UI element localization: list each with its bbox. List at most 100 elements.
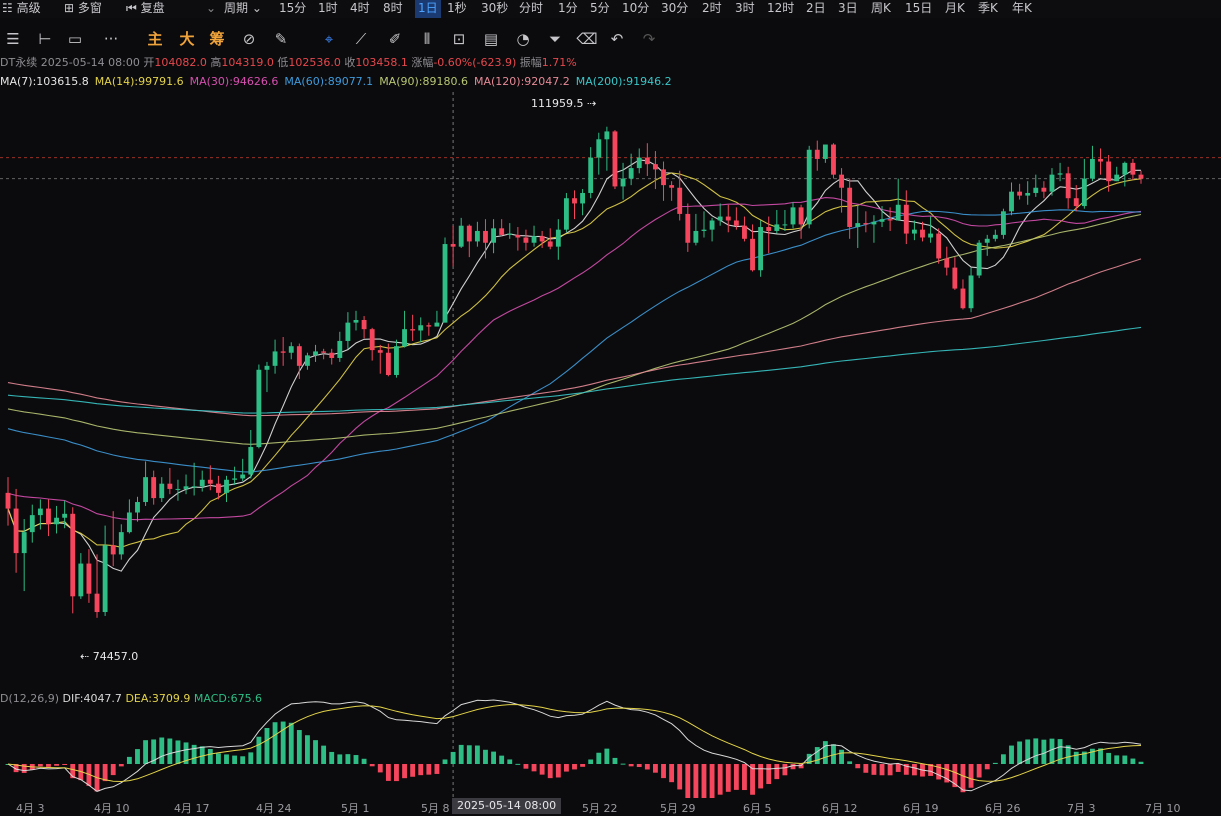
candle-body xyxy=(353,320,359,323)
candle-body xyxy=(272,351,278,366)
timeframe-19[interactable]: 月K xyxy=(945,0,965,18)
cursor-mode-icon[interactable]: ⌖ xyxy=(318,28,340,50)
macd-bar xyxy=(596,752,602,764)
pencil-icon[interactable]: ✎ xyxy=(270,28,292,50)
candle-body xyxy=(531,236,537,243)
candle-body xyxy=(215,483,221,493)
timeframe-0[interactable]: 15分 xyxy=(279,0,306,18)
timeframe-bar: ☷ 高级 ⊞ 多窗 ⏮ 复盘 ⌄ 周期 ⌄ 15分 1时 4时 8时 1日 1秒 30秒 分时 1分 5分 1… xyxy=(0,0,1221,18)
high-value: 104319.0 xyxy=(221,56,274,69)
period-dropdown[interactable]: 周期 ⌄ xyxy=(224,0,262,18)
more-icon[interactable]: ··· xyxy=(98,28,124,50)
timeframe-11[interactable]: 30分 xyxy=(661,0,688,18)
candle-body xyxy=(580,192,586,204)
macd-bar xyxy=(1130,758,1136,764)
magnet-icon[interactable]: ◔ xyxy=(512,28,534,50)
macd-bar xyxy=(280,721,286,764)
timeframe-leading-0[interactable]: ☷ 高级 xyxy=(2,0,41,18)
timeframe-leading-2[interactable]: ⏮ 复盘 xyxy=(126,0,165,18)
macd-bar xyxy=(240,756,246,764)
macd-bar xyxy=(426,764,432,775)
macd-bar xyxy=(450,751,456,764)
timeframe-1[interactable]: 1时 xyxy=(318,0,338,18)
macd-bar xyxy=(1017,741,1023,764)
ma-200-line xyxy=(7,326,1142,414)
macd-bar xyxy=(1049,738,1055,764)
candle-body xyxy=(976,242,982,276)
macd-bar xyxy=(37,764,43,767)
timeframe-14[interactable]: 12时 xyxy=(767,0,794,18)
macd-bar xyxy=(232,755,238,764)
main-indicator-toggle[interactable]: 主 xyxy=(144,28,166,50)
undo-icon[interactable]: ↶ xyxy=(606,28,628,50)
timeframe-21[interactable]: 年K xyxy=(1012,0,1032,18)
low-value: 102536.0 xyxy=(288,56,341,69)
grid-icon: ☷ xyxy=(2,1,13,15)
brush-icon[interactable]: ✐ xyxy=(384,28,406,50)
timeframe-10[interactable]: 10分 xyxy=(622,0,649,18)
rewind-icon: ⏮ xyxy=(126,1,137,15)
candle-body xyxy=(13,508,19,554)
candle-body xyxy=(588,157,594,193)
ruler-icon[interactable]: ⟋ xyxy=(350,28,372,50)
macd-bar xyxy=(612,757,618,764)
timeframe-4[interactable]: 1日 xyxy=(415,0,441,18)
macd-bar xyxy=(636,764,642,768)
macd-bar xyxy=(960,764,966,793)
menu-icon[interactable]: ☰ xyxy=(2,28,24,50)
chip-distribution-toggle[interactable]: 筹 xyxy=(206,28,228,50)
candle-body xyxy=(418,325,424,331)
indicator-edit-icon[interactable]: ⊘ xyxy=(238,28,260,50)
rectangle-icon[interactable]: ▭ xyxy=(64,28,86,50)
candle-body xyxy=(984,238,990,243)
timeframe-7[interactable]: 分时 xyxy=(519,0,543,18)
ma-legend-item: MA(14):99791.6 xyxy=(94,75,184,88)
candle-type-icon[interactable]: ⫴ xyxy=(416,28,438,50)
macd-bar xyxy=(126,756,132,764)
horizontal-line-icon[interactable]: ⊢ xyxy=(34,28,56,50)
candle-body xyxy=(669,185,675,188)
timeframe-20[interactable]: 季K xyxy=(978,0,998,18)
macd-bar xyxy=(385,764,391,781)
timeframe-17[interactable]: 周K xyxy=(871,0,891,18)
trash-icon[interactable]: ⌫ xyxy=(576,28,598,50)
macd-bar xyxy=(839,749,844,764)
candle-body xyxy=(86,563,92,594)
timeframe-12[interactable]: 2时 xyxy=(702,0,722,18)
timeframe-leading-1[interactable]: ⊞ 多窗 xyxy=(64,0,102,18)
macd-bar xyxy=(1122,755,1128,764)
candle-body xyxy=(296,346,302,366)
timeframe-8[interactable]: 1分 xyxy=(558,0,578,18)
timeframe-2[interactable]: 4时 xyxy=(350,0,370,18)
large-order-toggle[interactable]: 大 xyxy=(176,28,198,50)
timeframe-6[interactable]: 30秒 xyxy=(481,0,508,18)
candle-body xyxy=(191,486,197,488)
candle-body xyxy=(175,488,181,490)
timeframe-9[interactable]: 5分 xyxy=(590,0,610,18)
macd-bar xyxy=(248,752,254,764)
macd-bar xyxy=(1009,745,1014,764)
timeframe-3[interactable]: 8时 xyxy=(383,0,403,18)
note-icon[interactable]: ▤ xyxy=(480,28,502,50)
macd-bar xyxy=(118,764,124,767)
candle-body xyxy=(701,229,707,231)
timeframe-18[interactable]: 15日 xyxy=(905,0,932,18)
timeframe-5[interactable]: 1秒 xyxy=(447,0,467,18)
macd-bar xyxy=(305,735,310,764)
candle-body xyxy=(305,355,310,366)
timeframe-16[interactable]: 3日 xyxy=(838,0,858,18)
redo-icon[interactable]: ↷ xyxy=(638,28,660,50)
candle-body xyxy=(822,144,828,159)
candle-body xyxy=(54,517,59,525)
separator-chevron-icon[interactable]: ⌄ xyxy=(206,0,216,18)
candle-body xyxy=(5,492,11,509)
timeframe-15[interactable]: 2日 xyxy=(806,0,826,18)
candle-body xyxy=(636,157,642,169)
filter-icon[interactable]: ⏷ xyxy=(544,28,566,50)
candle-body xyxy=(78,563,84,597)
indicator-icon[interactable]: ⊡ xyxy=(448,28,470,50)
macd-bar xyxy=(790,764,796,770)
timeframe-13[interactable]: 3时 xyxy=(735,0,755,18)
candle-body xyxy=(102,545,108,613)
candle-body xyxy=(1017,191,1023,196)
